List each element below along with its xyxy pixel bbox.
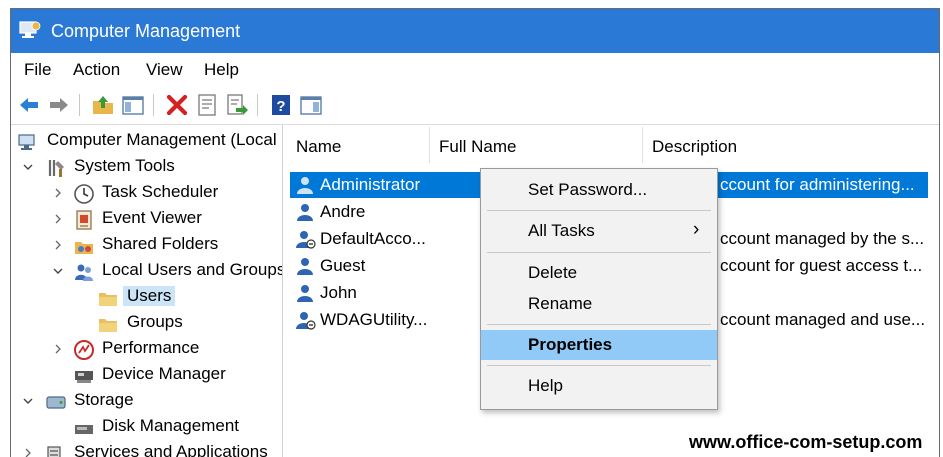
context-menu: Set Password... All Tasks › Delete Renam… (480, 168, 718, 410)
back-arrow-icon[interactable] (17, 93, 41, 117)
device-manager-icon (75, 371, 93, 383)
user-description: ccount managed by the s... (720, 229, 925, 248)
event-viewer-icon (76, 210, 92, 230)
disabled-user-icon (296, 231, 316, 249)
toolbar-separator (153, 94, 154, 116)
toolbar-separator (257, 94, 258, 116)
user-name: DefaultAcco... (320, 229, 426, 248)
column-header-name[interactable]: Name (296, 137, 341, 177)
user-name: WDAGUtility... (320, 310, 428, 329)
column-divider[interactable] (429, 127, 430, 163)
menu-item-properties[interactable]: Properties (481, 330, 717, 360)
performance-icon (74, 340, 94, 360)
menu-file[interactable]: File (24, 60, 51, 80)
menu-view[interactable]: View (146, 60, 183, 80)
navigation-tree: Computer Management (Local System Tools … (11, 125, 283, 457)
users-group-icon (75, 264, 93, 281)
chevron-down-icon[interactable] (23, 396, 33, 406)
help-icon[interactable]: ? (269, 93, 293, 117)
export-list-icon[interactable] (225, 93, 249, 117)
chevron-right-icon[interactable] (23, 448, 33, 457)
user-name: Guest (320, 256, 366, 275)
tree-label: Task Scheduler (102, 182, 219, 201)
disabled-user-icon (296, 312, 316, 330)
tree-label: Groups (127, 312, 183, 331)
user-description: ccount managed and use... (720, 310, 926, 329)
show-hide-tree-icon[interactable] (121, 93, 145, 117)
tree-label: Event Viewer (102, 208, 202, 227)
user-name: Administrator (320, 175, 421, 194)
properties-icon[interactable] (195, 93, 219, 117)
menu-separator (487, 210, 711, 211)
watermark-text: www.office-com-setup.com (689, 432, 923, 452)
menu-separator (487, 365, 711, 366)
title-bar: Computer Management (11, 9, 939, 53)
chevron-right-icon[interactable] (53, 344, 63, 354)
user-icon (297, 204, 313, 221)
computer-management-icon (18, 134, 35, 150)
user-name: Andre (320, 202, 366, 221)
menu-item-set-password[interactable]: Set Password... (481, 175, 717, 205)
menu-item-help[interactable]: Help (481, 371, 717, 401)
menu-help[interactable]: Help (204, 60, 239, 80)
tree-label: Storage (74, 390, 134, 409)
computer-management-icon (19, 21, 41, 38)
menu-separator (487, 252, 711, 253)
window-title: Computer Management (51, 21, 241, 41)
tree-label: System Tools (74, 156, 175, 175)
disk-management-icon (75, 425, 93, 434)
menu-separator (487, 324, 711, 325)
chevron-down-icon[interactable] (23, 162, 33, 172)
tree-label: Disk Management (102, 416, 240, 435)
show-hide-action-pane-icon[interactable] (299, 93, 323, 117)
user-icon (297, 177, 313, 194)
chevron-right-icon[interactable] (53, 240, 63, 250)
tree-label: Services and Applications (74, 442, 268, 457)
storage-icon (46, 396, 66, 409)
system-tools-icon (48, 160, 64, 177)
user-description: ccount for administering... (720, 175, 915, 194)
folder-icon (99, 319, 117, 332)
menu-action[interactable]: Action (73, 60, 120, 80)
user-name: John (320, 283, 357, 302)
tree-label: Device Manager (102, 364, 226, 383)
toolbar-separator (79, 94, 80, 116)
user-icon (297, 285, 313, 302)
folder-icon (99, 293, 117, 306)
delete-icon[interactable] (165, 93, 189, 117)
column-divider[interactable] (642, 127, 643, 163)
chevron-right-icon[interactable] (53, 188, 63, 198)
shared-folder-icon (75, 242, 93, 254)
tree-label: Performance (102, 338, 200, 357)
chevron-right-icon[interactable] (53, 214, 63, 224)
menu-bar: File Action View Help (11, 53, 939, 86)
menu-item-delete[interactable]: Delete (481, 258, 717, 288)
computer-management-window: Computer Management File Action View Hel… (10, 8, 940, 457)
user-icon (297, 258, 313, 275)
up-folder-icon[interactable] (91, 93, 115, 117)
user-description: ccount for guest access t... (720, 256, 923, 275)
menu-item-rename[interactable]: Rename (481, 289, 717, 319)
tree-label: Users (123, 286, 176, 306)
tree-label: Local Users and Groups (102, 260, 283, 279)
menu-item-all-tasks[interactable]: All Tasks › (481, 216, 717, 246)
services-icon (47, 446, 61, 457)
submenu-arrow-icon: › (693, 219, 700, 240)
svg-text:?: ? (276, 98, 285, 115)
tree-label: Computer Management (Local (47, 130, 277, 149)
toolbar: ? (11, 86, 939, 125)
chevron-down-icon[interactable] (53, 266, 63, 276)
forward-arrow-icon[interactable] (47, 93, 71, 117)
clock-icon (74, 184, 94, 204)
tree-label: Shared Folders (102, 234, 219, 253)
